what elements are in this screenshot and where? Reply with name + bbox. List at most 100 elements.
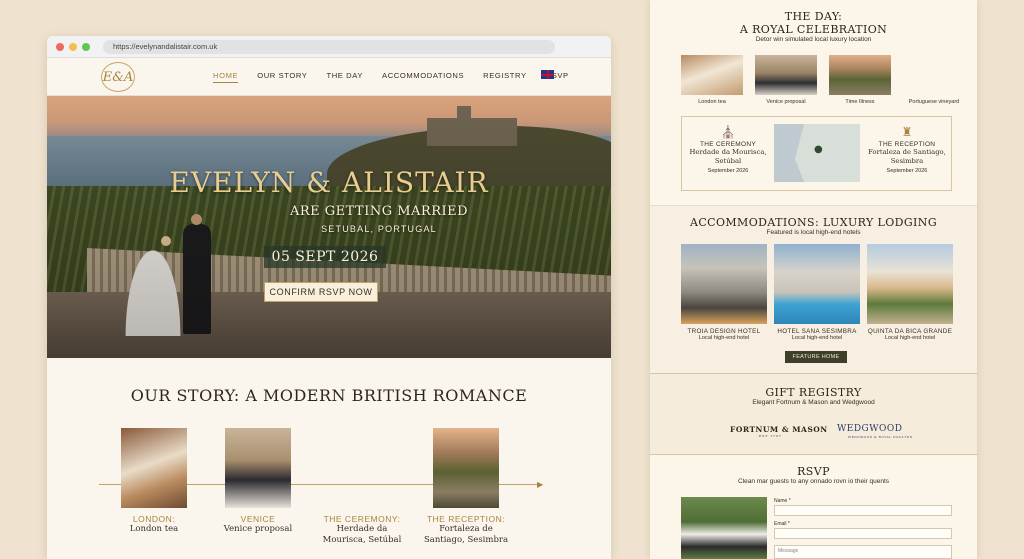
gift-registry-section: GIFT REGISTRY Elegant Fortnum & Mason an…: [650, 373, 977, 455]
wedgwood-sub: WEDGWOOD & ROYAL DOULTON: [848, 435, 913, 439]
message-field[interactable]: Message: [774, 545, 952, 559]
accommodations-subtitle: Featured is local high-end hotels: [766, 229, 861, 236]
timeline-item-reception: THE RECEPTION: Fortaleza de Santiago, Se…: [421, 428, 511, 546]
ceremony-name: Herdade da Mourisca, Setúbal: [689, 148, 767, 165]
rsvp-subtitle: Clean mar guests to any onnado rovn io t…: [737, 478, 890, 485]
timeline-item-venice: VENICE Venice proposal: [213, 428, 303, 535]
nav-home[interactable]: HOME: [213, 71, 239, 83]
our-story-section: OUR STORY: A MODERN BRITISH ROMANCE ▶ LO…: [47, 358, 611, 558]
rsvp-header: RSVP Clean mar guests to any onnado rovn…: [650, 465, 977, 485]
rsvp-couple-photo: [681, 497, 767, 559]
registry-header: GIFT REGISTRY Elegant Fortnum & Mason an…: [650, 386, 977, 406]
hotel-photo: [867, 244, 953, 324]
the-day-heading-1: THE DAY:: [784, 10, 843, 23]
hotel-desc: Local high-end hotel: [884, 335, 936, 341]
accommodations-header: ACCOMMODATIONS: LUXURY LODGING Featured …: [650, 216, 977, 236]
hero-section: EVELYN & ALISTAIR ARE GETTING MARRIED SE…: [47, 96, 611, 358]
accommodations-section: ACCOMMODATIONS: LUXURY LODGING Featured …: [650, 205, 977, 373]
rsvp-heading: RSVP: [797, 465, 830, 478]
photo-caption: Time Illness: [845, 99, 875, 105]
rsvp-section: RSVP Clean mar guests to any onnado rovn…: [650, 456, 977, 559]
hotel-card[interactable]: QUINTA DA BICA GRANDE Local high-end hot…: [867, 244, 953, 341]
nav-the-day[interactable]: THE DAY: [326, 71, 363, 83]
accommodations-heading: ACCOMMODATIONS: LUXURY LODGING: [689, 216, 938, 229]
name-field[interactable]: [774, 505, 952, 516]
hotel-card[interactable]: HOTEL SANA SESIMBRA Local high-end hotel: [774, 244, 860, 341]
venice-proposal-photo: [225, 428, 291, 508]
time-thumb: [829, 55, 891, 95]
nav-accommodations[interactable]: ACCOMMODATIONS: [382, 71, 464, 83]
the-day-heading-2: A ROYAL CELEBRATION: [739, 23, 888, 36]
nav-links: HOME OUR STORY THE DAY ACCOMMODATIONS RE…: [213, 71, 588, 83]
site-logo[interactable]: E&A: [101, 62, 135, 92]
hotel-photo: [681, 244, 767, 324]
close-window-icon[interactable]: [56, 43, 64, 51]
timeline-text: Fortaleza de Santiago, Sesimbra: [423, 524, 509, 545]
hotel-desc: Local high-end hotel: [791, 335, 843, 341]
ceremony-vineyard-photo: [329, 428, 395, 508]
timeline-text: Herdade da Mourisca, Setúbal: [322, 524, 402, 545]
minimize-window-icon[interactable]: [69, 43, 77, 51]
reception-venue: ♜ THE RECEPTION Fortaleza de Santiago, S…: [865, 125, 949, 174]
venues-card: ⛪ THE CEREMONY Herdade da Mourisca, Setú…: [681, 116, 952, 191]
email-label: Email *: [774, 521, 790, 527]
castle-icon: ♜: [901, 125, 913, 139]
reception-label: THE RECEPTION: [878, 141, 936, 148]
reception-date: September 2026: [886, 168, 928, 174]
day-photo-time: Time Illness: [829, 55, 891, 105]
vineyard-thumb: [903, 55, 965, 95]
address-bar[interactable]: https://evelynandalistair.com.uk: [103, 40, 555, 54]
photo-caption: London tea: [698, 99, 726, 105]
hotel-name: TROIA DESIGN HOTEL: [687, 328, 761, 335]
our-story-heading: OUR STORY: A MODERN BRITISH ROMANCE: [130, 386, 528, 405]
ceremony-venue: ⛪ THE CEREMONY Herdade da Mourisca, Setú…: [686, 125, 770, 174]
hotel-name: HOTEL SANA SESIMBRA: [777, 328, 857, 335]
nav-our-story[interactable]: OUR STORY: [257, 71, 307, 83]
hero-subtitle: ARE GETTING MARRIED: [289, 204, 469, 219]
timeline-item-london: LONDON: London tea: [109, 428, 199, 535]
nav-registry[interactable]: REGISTRY: [483, 71, 526, 83]
location-map[interactable]: ●: [774, 124, 860, 182]
email-field[interactable]: [774, 528, 952, 539]
reception-name: Fortaleza de Santiago, Sesimbra: [868, 148, 946, 165]
timeline-title: LONDON:: [132, 514, 176, 524]
fortnum-mason-est: EST 1707: [759, 434, 782, 438]
ceremony-label: THE CEREMONY: [700, 141, 756, 148]
feature-home-button[interactable]: FEATURE HOME: [785, 351, 847, 363]
browser-window: https://evelynandalistair.com.uk E&A HOM…: [47, 36, 611, 559]
photo-caption: Venice proposal: [766, 99, 806, 105]
registry-subtitle: Elegant Fortnum & Mason and Wedgwood: [752, 399, 875, 406]
timeline-title: THE RECEPTION:: [426, 514, 506, 524]
fortnum-mason-logo[interactable]: FORTNUM & MASON: [730, 425, 828, 434]
day-photo-london: London tea: [681, 55, 743, 105]
the-day-header: THE DAY: A ROYAL CELEBRATION Detor win s…: [650, 10, 977, 43]
map-pin-icon[interactable]: ●: [814, 144, 823, 155]
hotel-list: TROIA DESIGN HOTEL Local high-end hotel …: [681, 244, 953, 341]
london-tea-thumb: [681, 55, 743, 95]
photo-caption: Portuguese vineyard: [908, 99, 960, 105]
hero-location: SETUBAL, PORTUGAL: [321, 224, 437, 234]
maximize-window-icon[interactable]: [82, 43, 90, 51]
reception-fortress-photo: [433, 428, 499, 508]
chapel-icon: ⛪: [720, 125, 736, 139]
hotel-photo: [774, 244, 860, 324]
timeline-arrow-icon: ▶: [537, 480, 544, 489]
confirm-rsvp-button[interactable]: CONFIRM RSVP NOW: [264, 282, 378, 302]
ceremony-date: September 2026: [707, 168, 749, 174]
hotel-card[interactable]: TROIA DESIGN HOTEL Local high-end hotel: [681, 244, 767, 341]
venice-thumb: [755, 55, 817, 95]
hero-date-badge: 05 SEPT 2026: [264, 246, 386, 268]
timeline-title: THE CEREMONY:: [323, 514, 401, 524]
registry-heading: GIFT REGISTRY: [765, 386, 862, 399]
wedgwood-logo[interactable]: WEDGWOOD: [837, 424, 902, 434]
site-preview-panel: THE DAY: A ROYAL CELEBRATION Detor win s…: [650, 0, 977, 559]
timeline-text: Venice proposal: [223, 524, 293, 534]
uk-flag-icon[interactable]: [541, 70, 554, 79]
name-label: Name *: [774, 498, 791, 504]
london-tea-photo: [121, 428, 187, 508]
hotel-name: QUINTA DA BICA GRANDE: [867, 328, 953, 335]
hero-title: EVELYN & ALISTAIR: [169, 166, 489, 199]
site-navbar: E&A HOME OUR STORY THE DAY ACCOMMODATION…: [47, 58, 611, 96]
the-day-photos: London tea Venice proposal Time Illness …: [681, 55, 965, 105]
browser-chrome: https://evelynandalistair.com.uk: [47, 36, 611, 58]
